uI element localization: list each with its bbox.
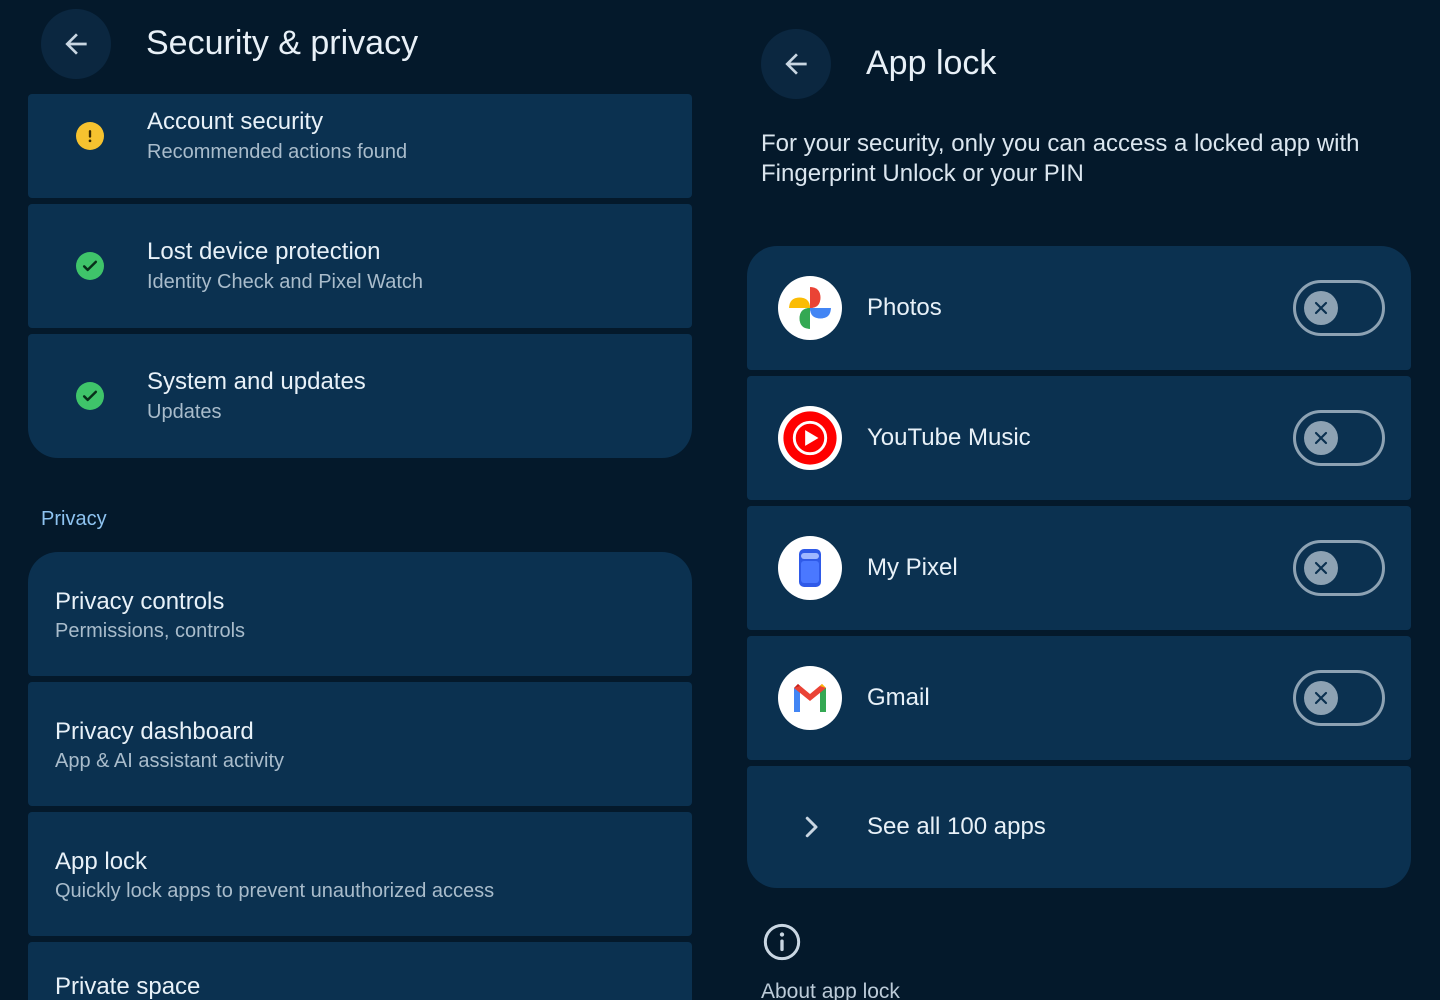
item-subtitle: Permissions, controls [55, 620, 246, 642]
youtube-music-icon [778, 406, 842, 470]
item-title: App lock [55, 848, 148, 875]
app-row-gmail[interactable]: Gmail [747, 636, 1411, 760]
item-title: Lost device protection [147, 238, 381, 265]
app-lock-description: For your security, only you can access a… [761, 130, 1360, 187]
app-lock-toggle[interactable] [1293, 410, 1385, 466]
privacy-dashboard-item[interactable]: Privacy dashboard App & AI assistant act… [28, 682, 692, 806]
account-security-item[interactable]: Account security Recommended actions fou… [28, 94, 692, 198]
close-icon [1304, 421, 1338, 455]
item-subtitle: Quickly lock apps to prevent unauthorize… [55, 880, 495, 902]
back-button[interactable] [41, 9, 111, 79]
app-name: Gmail [867, 684, 930, 711]
item-title: Privacy dashboard [55, 718, 254, 745]
close-icon [1304, 681, 1338, 715]
system-and-updates-item[interactable]: System and updates Updates [28, 334, 692, 458]
privacy-controls-item[interactable]: Privacy controls Permissions, controls [28, 552, 692, 676]
private-space-item[interactable]: Private space [28, 942, 692, 1000]
app-row-my-pixel[interactable]: My Pixel [747, 506, 1411, 630]
chevron-right-icon [805, 816, 818, 838]
page-title: App lock [866, 44, 997, 82]
close-icon [1304, 551, 1338, 585]
back-button[interactable] [761, 29, 831, 99]
page-title: Security & privacy [146, 24, 419, 62]
app-lock-toggle[interactable] [1293, 280, 1385, 336]
app-name: My Pixel [867, 554, 958, 581]
app-lock-pane: App lock For your security, only you can… [720, 0, 1440, 1000]
item-subtitle: App & AI assistant activity [55, 750, 284, 772]
app-lock-item[interactable]: App lock Quickly lock apps to prevent un… [28, 812, 692, 936]
check-circle-icon [76, 252, 104, 280]
gmail-icon [778, 666, 842, 730]
arrow-back-icon [785, 53, 807, 75]
app-lock-toggle[interactable] [1293, 540, 1385, 596]
app-name: Photos [867, 294, 942, 321]
lost-device-protection-item[interactable]: Lost device protection Identity Check an… [28, 204, 692, 328]
warning-icon [76, 122, 104, 150]
arrow-back-icon [65, 33, 87, 55]
my-pixel-icon [778, 536, 842, 600]
app-row-youtube-music[interactable]: YouTube Music [747, 376, 1411, 500]
item-subtitle: Recommended actions found [147, 141, 408, 163]
item-subtitle: Identity Check and Pixel Watch [147, 271, 424, 293]
about-app-lock-link[interactable]: About app lock [761, 980, 900, 1000]
see-all-apps-row[interactable]: See all 100 apps [747, 766, 1411, 888]
item-title: Private space [55, 973, 201, 1000]
privacy-section-label: Privacy [41, 508, 107, 530]
photos-icon [778, 276, 842, 340]
close-icon [1304, 291, 1338, 325]
see-all-apps-label: See all 100 apps [867, 813, 1046, 840]
item-title: Account security [147, 108, 324, 135]
app-row-photos[interactable]: Photos [747, 246, 1411, 370]
item-subtitle: Updates [147, 401, 222, 423]
info-icon [763, 923, 801, 961]
check-circle-icon [76, 382, 104, 410]
app-name: YouTube Music [867, 424, 1031, 451]
app-lock-toggle[interactable] [1293, 670, 1385, 726]
security-privacy-pane: Security & privacy Account security Reco… [0, 0, 720, 1000]
item-title: Privacy controls [55, 588, 225, 615]
item-title: System and updates [147, 368, 366, 395]
